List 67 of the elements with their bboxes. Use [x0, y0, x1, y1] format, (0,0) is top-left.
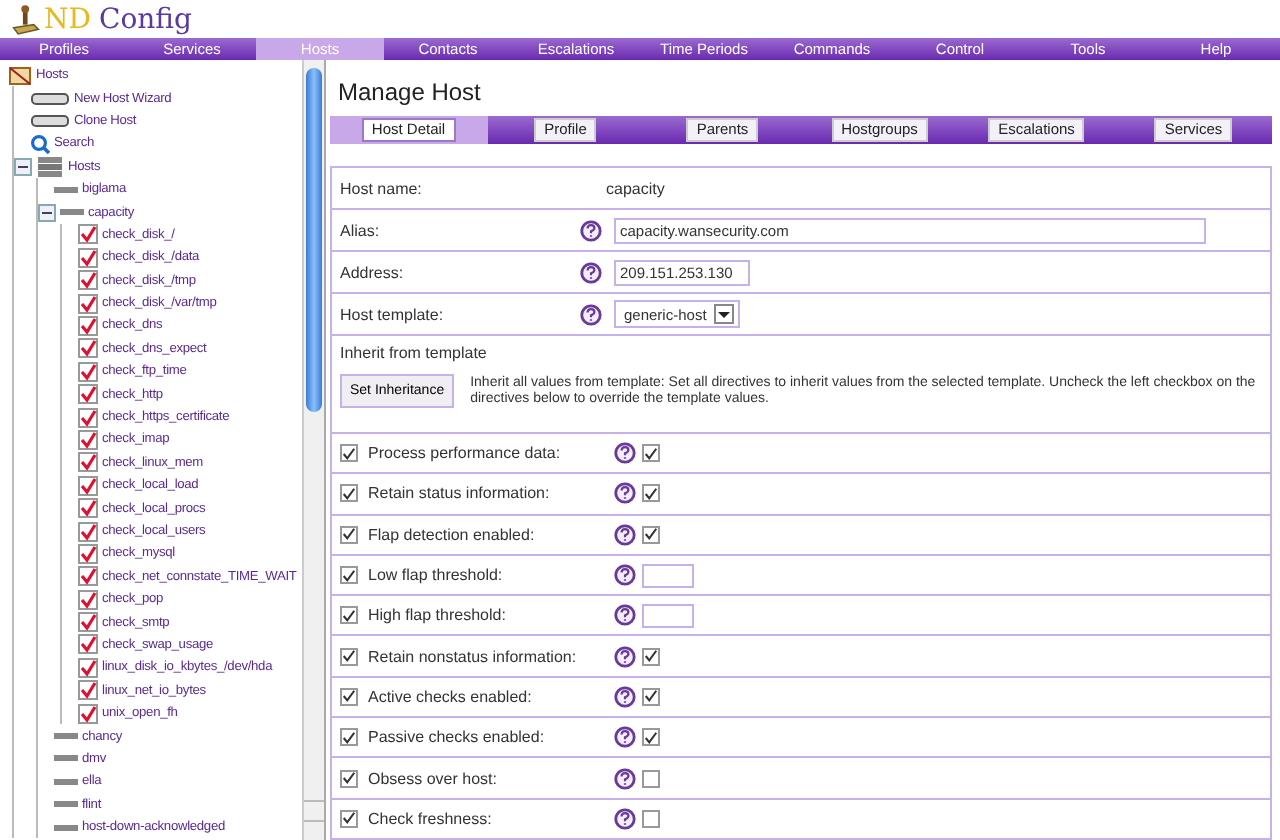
field-label: Retain nonstatus information:	[366, 647, 579, 666]
checkbox[interactable]	[340, 444, 358, 463]
checkbox[interactable]	[642, 444, 660, 463]
logo-text: ND	[44, 4, 91, 36]
help-icon[interactable]	[614, 523, 636, 546]
field-value: capacity	[604, 179, 665, 197]
field-label: Process performance data:	[366, 444, 563, 463]
field-label: Address:	[338, 263, 406, 281]
help-icon[interactable]	[614, 564, 636, 587]
field-label: Low flap threshold:	[366, 566, 505, 585]
field-label: Passive checks enabled:	[366, 728, 547, 747]
help-icon[interactable]	[614, 807, 636, 830]
server-icon	[60, 208, 84, 217]
checkbox[interactable]	[340, 525, 358, 544]
help-icon[interactable]	[614, 645, 636, 668]
expand-toggle[interactable]	[38, 203, 56, 222]
checkbox[interactable]	[340, 728, 358, 747]
input-field[interactable]	[642, 603, 694, 628]
help-icon[interactable]	[580, 303, 602, 325]
checkbox[interactable]	[642, 484, 660, 503]
page-title: Manage Host	[336, 76, 483, 110]
server-icon	[54, 754, 78, 763]
checkbox[interactable]	[642, 647, 660, 666]
field-label: Retain status information:	[366, 484, 552, 503]
checkbox[interactable]	[340, 687, 358, 706]
server-icon	[54, 777, 78, 786]
help-icon[interactable]	[614, 482, 636, 505]
server-icon	[30, 90, 70, 107]
checkbox[interactable]	[340, 769, 358, 788]
input-field[interactable]	[642, 563, 694, 588]
help-icon[interactable]	[614, 442, 636, 465]
checkbox[interactable]	[340, 566, 358, 585]
search-icon	[30, 133, 50, 154]
checkbox[interactable]	[642, 687, 660, 706]
server-icon	[30, 112, 70, 129]
logo-text: Config	[98, 4, 192, 36]
scrollbar[interactable]	[302, 60, 324, 840]
checkbox[interactable]	[340, 809, 358, 828]
field-label: Host name:	[338, 179, 424, 197]
field-label: Host template:	[338, 305, 446, 323]
checkbox[interactable]	[340, 647, 358, 666]
server-icon	[54, 800, 78, 809]
field-label: Active checks enabled:	[366, 687, 534, 706]
checkbox[interactable]	[642, 525, 660, 544]
server-stack-icon	[36, 155, 64, 178]
checkbox[interactable]	[340, 484, 358, 503]
help-icon[interactable]	[614, 726, 636, 749]
help-icon[interactable]	[614, 767, 636, 790]
help-icon[interactable]	[614, 604, 636, 627]
field-label: High flap threshold:	[366, 606, 508, 625]
field-label: Alias:	[338, 221, 382, 239]
field-label: Flap detection enabled:	[366, 525, 537, 544]
checkbox[interactable]	[340, 606, 358, 625]
checkbox[interactable]	[642, 728, 660, 747]
help-icon[interactable]	[580, 261, 602, 283]
hosts-icon	[8, 65, 32, 86]
server-icon	[54, 823, 78, 832]
help-icon[interactable]	[580, 219, 602, 241]
server-icon	[54, 185, 78, 194]
checkbox[interactable]	[642, 769, 660, 788]
field-label: Check freshness:	[366, 809, 494, 828]
field-label: Obsess over host:	[366, 769, 499, 788]
checkbox[interactable]	[642, 809, 660, 828]
help-icon[interactable]	[614, 685, 636, 708]
section-heading: Inherit from template	[340, 344, 489, 362]
expand-toggle[interactable]	[14, 157, 32, 176]
server-icon	[54, 732, 78, 741]
